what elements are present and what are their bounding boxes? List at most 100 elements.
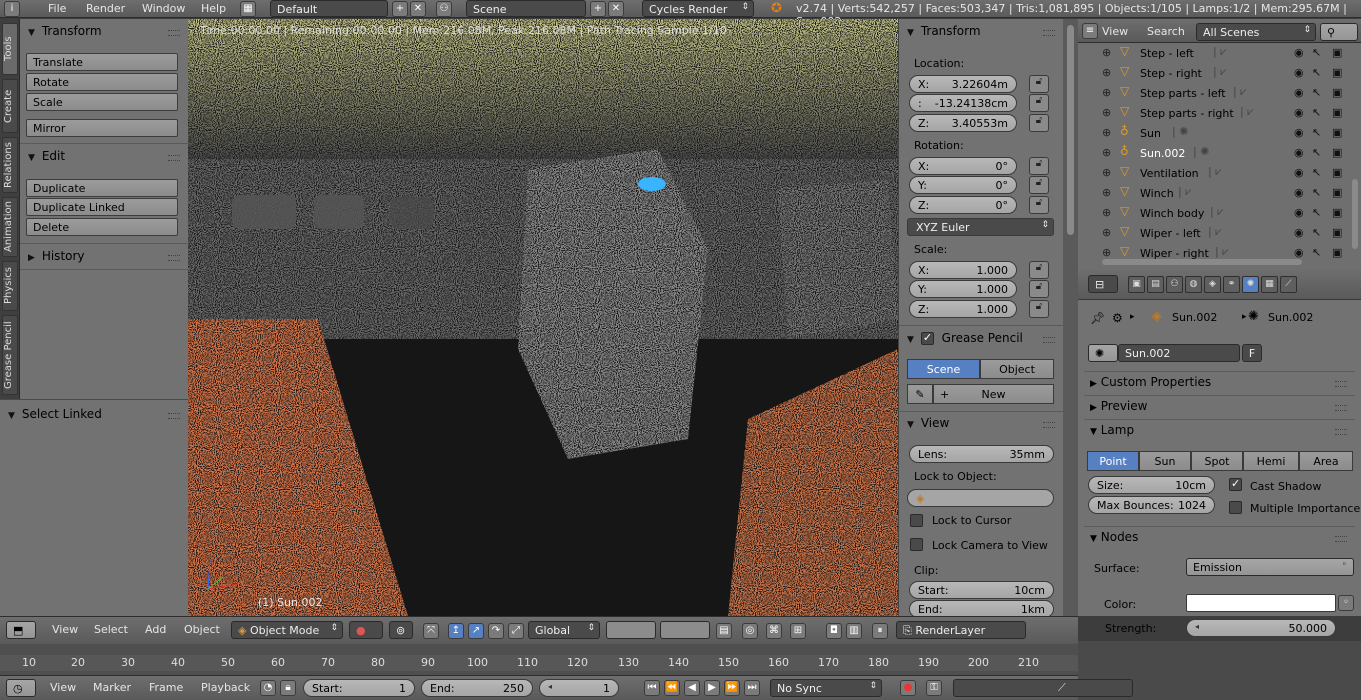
screen-layout-field[interactable]: Default [270,0,388,17]
translate-button[interactable]: Translate [26,53,178,71]
menu-help[interactable]: Help [201,2,226,15]
expand-icon[interactable]: ⊕ [1102,166,1111,179]
manipulator-select-icon[interactable]: ↗ [468,623,484,639]
tab-tools[interactable]: Tools [2,23,18,75]
view-panel-header[interactable]: ▼ View [899,413,1063,435]
transform-panel-header[interactable]: ▼ Transform [899,21,1063,43]
manipulator-translate-icon[interactable]: ↥ [448,623,464,639]
cast-shadow-checkbox[interactable] [1229,477,1242,491]
grease-pencil-panel-header[interactable]: ▼ Grease Pencil [899,328,1063,350]
pause-icon[interactable]: ⏸ [872,623,888,639]
duplicate-button[interactable]: Duplicate [26,179,178,197]
mirror-button[interactable]: Mirror [26,119,178,137]
cursor-icon[interactable]: ↖ [1312,106,1321,119]
play-icon[interactable]: ▶ [704,680,720,696]
drag-grip-icon[interactable] [1043,422,1055,428]
render-camera-icon[interactable]: ▣ [1332,166,1342,179]
scale-y-field[interactable]: Y: 1.000 [909,280,1017,298]
scale-z-field[interactable]: Z: 1.000 [909,300,1017,318]
menu-frame[interactable]: Frame [149,681,183,694]
list-item[interactable]: ⊕ ♁ Sun.002 | ✺ ◉ ↖ ▣ [1078,143,1348,163]
outliner-menu-search[interactable]: Search [1147,25,1185,38]
menu-select[interactable]: Select [94,623,128,636]
max-bounces-field[interactable]: Max Bounces: 1024 [1088,496,1215,514]
timeline-editor-type-button[interactable]: ◷ [6,679,36,697]
scrollbar-thumb[interactable] [1067,25,1074,235]
drag-grip-icon[interactable] [168,413,180,419]
rotation-mode-select[interactable]: XYZ Euler ⇕ [907,218,1054,236]
cursor-icon[interactable]: ↖ [1312,166,1321,179]
rotation-y-field[interactable]: Y: 0° [909,176,1017,194]
play-reverse-icon[interactable]: ◀ [684,680,700,696]
eye-icon[interactable]: ◉ [1294,146,1304,159]
lamp-type-sun[interactable]: Sun [1139,451,1191,471]
eye-icon[interactable]: ◉ [1294,66,1304,79]
lock-icon[interactable]: 🔓︎ [1029,94,1049,112]
expand-icon[interactable]: ⊕ [1102,226,1111,239]
resize-corner-icon[interactable]: ⟋ [1058,681,1066,695]
lock-icon[interactable]: 🔓︎ [1029,176,1049,194]
screen-layout-icon[interactable]: ▦ [240,1,256,17]
info-editor-icon[interactable]: i [4,1,20,17]
drag-grip-icon[interactable] [1043,337,1055,343]
custom-properties-header[interactable]: ▶ Custom Properties [1084,371,1355,393]
expand-icon[interactable]: ⊕ [1102,106,1111,119]
lock-icon[interactable]: 🔓︎ [1029,280,1049,298]
gp-scene-button[interactable]: Scene [907,359,980,379]
manipulator-rotate-icon[interactable]: ↷ [488,623,504,639]
render-camera-icon[interactable]: ▣ [1332,146,1342,159]
rotation-x-field[interactable]: X: 0° [909,157,1017,175]
outliner-menu-view[interactable]: View [1102,25,1128,38]
cursor-icon[interactable]: ↖ [1312,186,1321,199]
drag-grip-icon[interactable] [1335,536,1347,542]
history-panel-header[interactable]: ▶ History [20,246,188,268]
render-camera-icon[interactable]: ▣ [1332,186,1342,199]
render-still-icon[interactable]: ◘ [826,623,842,639]
world-tab-icon[interactable]: ◍ [1185,276,1202,293]
lamp-type-point[interactable]: Point [1087,451,1139,471]
end-frame-field[interactable]: End: 250 [421,679,533,697]
cursor-icon[interactable]: ↖ [1312,146,1321,159]
transform-manipulator-icon[interactable]: ⤧ [423,623,439,639]
eye-icon[interactable]: ◉ [1294,246,1304,259]
lamp-data-tab-icon[interactable]: ✺ [1242,276,1259,293]
lock-to-cursor-checkbox[interactable] [910,514,923,527]
expand-icon[interactable]: ⊕ [1102,146,1111,159]
list-item[interactable]: ⊕ ▽ Ventilation | ⩗ ◉ ↖ ▣ [1078,163,1348,183]
render-layer-tab-icon[interactable]: ▤ [1147,276,1164,293]
layers-grid-1[interactable] [606,621,656,639]
color-link-icon[interactable]: ◦ [1338,595,1354,611]
eye-icon[interactable]: ◉ [1294,86,1304,99]
eye-icon[interactable]: ◉ [1294,166,1304,179]
sync-mode-select[interactable]: No Sync ⇕ [770,679,882,697]
tab-physics[interactable]: Physics [2,261,18,311]
add-scene-icon[interactable]: + [590,1,606,17]
texture-tab-icon[interactable]: ▦ [1261,276,1278,293]
fake-user-button[interactable]: F [1242,344,1262,362]
eye-icon[interactable]: ◉ [1294,126,1304,139]
render-camera-icon[interactable]: ▣ [1332,226,1342,239]
multiple-importance-checkbox[interactable] [1229,501,1242,514]
cursor-icon[interactable]: ↖ [1312,126,1321,139]
menu-window[interactable]: Window [142,2,185,15]
expand-icon[interactable]: ⊕ [1102,86,1111,99]
list-item[interactable]: ⊕ ♁ Sun | ✺ ◉ ↖ ▣ [1078,123,1348,143]
preview-header[interactable]: ▶ Preview [1084,395,1355,417]
rotation-z-field[interactable]: Z: 0° [909,196,1017,214]
color-swatch[interactable] [1186,594,1336,612]
lamp-type-hemi[interactable]: Hemi [1243,451,1299,471]
lock-icon[interactable]: 🔓︎ [1029,196,1049,214]
location-z-field[interactable]: Z: 3.40553m [909,114,1017,132]
lock-icon[interactable]: 🔓︎ [1029,300,1049,318]
cursor-icon[interactable]: ↖ [1312,86,1321,99]
next-keyframe-icon[interactable]: ⏩ [724,680,740,696]
delete-button[interactable]: Delete [26,218,178,236]
drag-grip-icon[interactable] [168,30,180,36]
menu-marker[interactable]: Marker [93,681,131,694]
render-camera-icon[interactable]: ▣ [1332,206,1342,219]
drag-grip-icon[interactable] [1335,429,1347,435]
timeline-ruler[interactable]: 10 20 30 40 50 60 70 80 90 100 110 120 1… [0,655,1078,671]
lock-camera-checkbox[interactable] [910,538,923,551]
transform-panel-header[interactable]: ▼ Transform [20,21,188,43]
lock-icon[interactable]: 🔓︎ [1029,75,1049,93]
